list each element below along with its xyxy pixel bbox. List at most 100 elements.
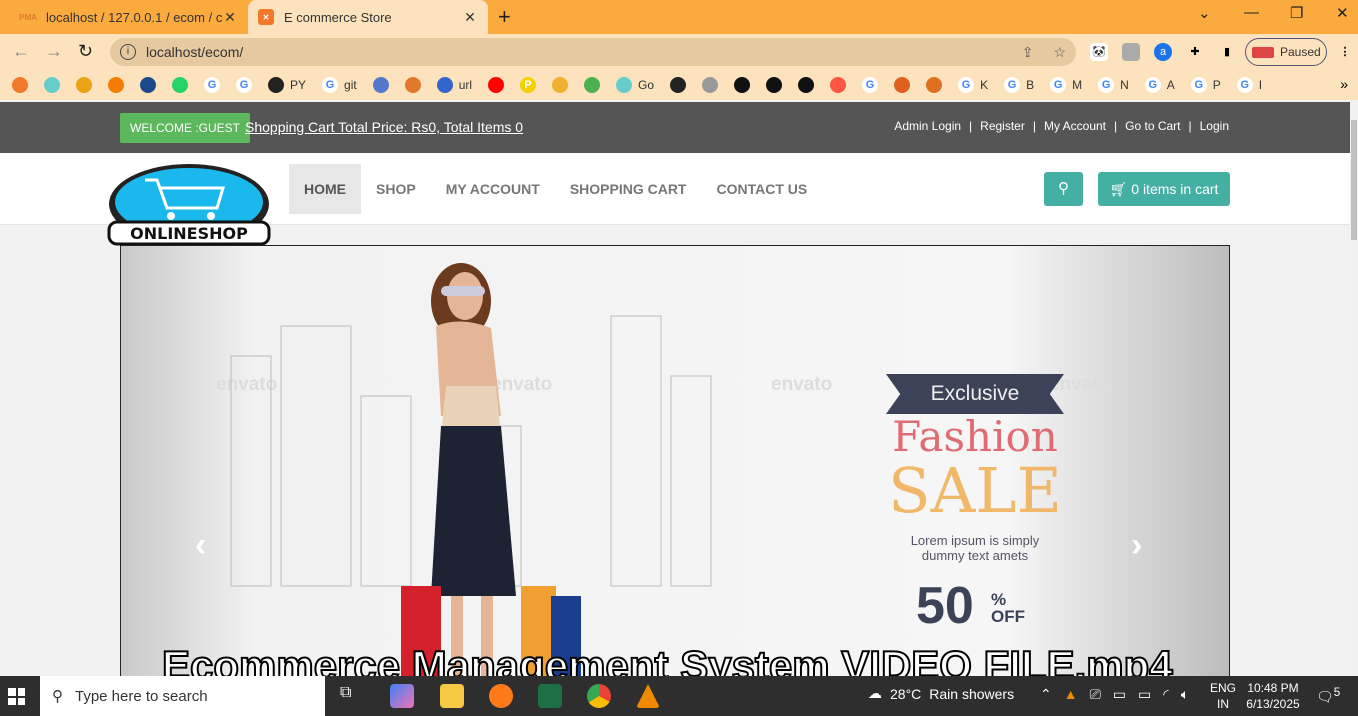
bookmark-item[interactable]: GK bbox=[958, 77, 988, 93]
vlc-tray-icon[interactable]: ▲ bbox=[1064, 686, 1078, 703]
menu-kebab-icon[interactable]: ⋮ bbox=[1336, 43, 1354, 61]
close-tab-icon[interactable]: ✕ bbox=[462, 9, 478, 26]
address-bar[interactable]: i localhost/ecom/ ⇪ ☆ bbox=[110, 38, 1076, 66]
language-indicator[interactable]: ENG IN bbox=[1210, 680, 1236, 712]
bookmark-item[interactable] bbox=[734, 77, 751, 93]
restore-button[interactable]: ❐ bbox=[1290, 4, 1303, 22]
clock[interactable]: 10:48 PM 6/13/2025 bbox=[1244, 680, 1302, 712]
bookmark-item[interactable]: PY bbox=[268, 77, 306, 93]
tab-search-icon[interactable]: ⌄ bbox=[1198, 4, 1211, 22]
copilot-icon[interactable] bbox=[390, 684, 414, 708]
bookmark-item[interactable]: GB bbox=[1004, 77, 1034, 93]
wifi-icon[interactable]: ◜ bbox=[1163, 686, 1168, 703]
my-account-link[interactable]: My Account bbox=[1044, 119, 1106, 133]
bookmark-item[interactable] bbox=[44, 77, 60, 93]
bookmark-item[interactable] bbox=[798, 77, 815, 93]
side-panel-icon[interactable]: ▮ bbox=[1218, 43, 1236, 61]
admin-login-link[interactable]: Admin Login bbox=[894, 119, 961, 133]
carousel-next-icon[interactable]: › bbox=[1131, 526, 1142, 565]
display-icon[interactable]: ▭ bbox=[1113, 686, 1126, 703]
url-text[interactable]: localhost/ecom/ bbox=[146, 44, 243, 60]
chevron-up-icon[interactable]: ⌃ bbox=[1040, 686, 1052, 703]
file-explorer-icon[interactable] bbox=[440, 684, 464, 708]
notifications-button[interactable]: 🗨︎5 bbox=[1316, 686, 1340, 706]
login-link[interactable]: Login bbox=[1200, 119, 1229, 133]
menu-my-account[interactable]: MY ACCOUNT bbox=[431, 164, 555, 214]
bookmark-item[interactable]: Go bbox=[616, 77, 654, 93]
bookmark-item[interactable]: G bbox=[862, 77, 879, 93]
task-view-icon[interactable]: ⧉ bbox=[340, 684, 364, 708]
bookmark-item[interactable]: GP bbox=[1190, 77, 1221, 93]
menu-contact-us[interactable]: CONTACT US bbox=[702, 164, 823, 214]
battery-icon[interactable]: ▭ bbox=[1138, 686, 1151, 703]
bookmark-item[interactable]: GM bbox=[1050, 77, 1082, 93]
yandex-icon bbox=[830, 77, 847, 93]
bookmark-item[interactable] bbox=[172, 77, 188, 93]
cart-summary-link[interactable]: Shopping Cart Total Price: Rs0, Total It… bbox=[245, 119, 523, 135]
bookmark-star-icon[interactable]: ☆ bbox=[1053, 44, 1066, 61]
bookmark-item[interactable]: GN bbox=[1098, 77, 1129, 93]
windows-start-icon[interactable] bbox=[8, 688, 25, 705]
camera-icon[interactable]: ⎚ bbox=[1090, 686, 1101, 703]
onlineshop-logo[interactable]: ONLINESHOP bbox=[105, 164, 273, 246]
excel-icon[interactable] bbox=[538, 684, 562, 708]
close-tab-icon[interactable]: ✕ bbox=[222, 9, 238, 26]
extensions-puzzle-icon[interactable]: ✚ bbox=[1186, 43, 1204, 61]
bookmark-item[interactable] bbox=[76, 77, 92, 93]
search-button[interactable]: ⚲ bbox=[1044, 172, 1083, 206]
bookmark-item[interactable] bbox=[894, 77, 911, 93]
bookmark-item[interactable] bbox=[584, 77, 601, 93]
page-scrollbar[interactable] bbox=[1350, 102, 1358, 676]
new-tab-button[interactable]: + bbox=[498, 4, 511, 30]
tab-ecommerce-store[interactable]: ✕ E commerce Store ✕ bbox=[248, 0, 488, 34]
bookmark-item[interactable] bbox=[670, 77, 687, 93]
go-to-cart-link[interactable]: Go to Cart bbox=[1125, 119, 1180, 133]
bookmark-item[interactable] bbox=[766, 77, 783, 93]
extension-icon[interactable] bbox=[1122, 43, 1140, 61]
bookmark-item[interactable]: GA bbox=[1144, 77, 1175, 93]
more-bookmarks-icon[interactable]: » bbox=[1340, 76, 1348, 92]
scrollbar-thumb[interactable] bbox=[1351, 120, 1357, 240]
cart-button[interactable]: 🛒︎ 0 items in cart bbox=[1098, 172, 1230, 206]
reload-button[interactable]: ↻ bbox=[78, 41, 93, 62]
info-icon[interactable]: i bbox=[120, 44, 136, 60]
bookmark-item[interactable] bbox=[108, 77, 124, 93]
bookmark-item[interactable] bbox=[926, 77, 943, 93]
bookmark-item[interactable]: Ggit bbox=[322, 77, 357, 93]
bookmark-item[interactable] bbox=[140, 77, 156, 93]
office-icon bbox=[76, 77, 92, 93]
a-extension-icon[interactable]: a bbox=[1154, 43, 1172, 61]
panda-extension-icon[interactable]: 🐼 bbox=[1090, 43, 1108, 61]
menu-home[interactable]: HOME bbox=[289, 164, 361, 214]
bookmark-item[interactable] bbox=[12, 77, 28, 93]
menu-shop[interactable]: SHOP bbox=[361, 164, 431, 214]
minimize-button[interactable]: — bbox=[1244, 4, 1259, 21]
bookmark-item[interactable] bbox=[488, 77, 505, 93]
vlc-icon[interactable] bbox=[636, 684, 660, 708]
bookmark-item[interactable]: G bbox=[236, 77, 252, 93]
close-window-button[interactable]: ✕ bbox=[1336, 4, 1349, 22]
menu-shopping-cart[interactable]: SHOPPING CART bbox=[555, 164, 702, 214]
g-icon: G bbox=[204, 77, 220, 93]
carousel-prev-icon[interactable]: ‹ bbox=[195, 526, 206, 565]
share-icon[interactable]: ⇪ bbox=[1022, 44, 1034, 61]
back-button[interactable]: ← bbox=[12, 41, 30, 62]
firefox-icon[interactable] bbox=[489, 684, 513, 708]
weather-widget[interactable]: ☁ 28°C Rain showers bbox=[868, 685, 1014, 702]
bookmark-item[interactable]: GI bbox=[1236, 77, 1262, 93]
tab-phpmyadmin[interactable]: PMA localhost / 127.0.0.1 / ecom / cus ✕ bbox=[10, 0, 248, 34]
bookmark-item[interactable] bbox=[830, 77, 847, 93]
bookmark-item[interactable]: P bbox=[520, 77, 537, 93]
bookmark-item[interactable] bbox=[702, 77, 719, 93]
bookmark-item[interactable] bbox=[372, 77, 389, 93]
bookmark-item[interactable]: G bbox=[204, 77, 220, 93]
chrome-icon[interactable] bbox=[587, 684, 611, 708]
volume-icon[interactable]: 🔈︎ bbox=[1181, 686, 1189, 703]
taskbar-search[interactable]: ⚲ Type here to search bbox=[40, 676, 325, 716]
profile-button[interactable]: Paused bbox=[1245, 38, 1327, 66]
bookmark-item[interactable] bbox=[552, 77, 569, 93]
forward-button[interactable]: → bbox=[45, 41, 63, 62]
register-link[interactable]: Register bbox=[980, 119, 1025, 133]
bookmark-item[interactable] bbox=[404, 77, 421, 93]
bookmark-item[interactable]: url bbox=[436, 77, 472, 93]
